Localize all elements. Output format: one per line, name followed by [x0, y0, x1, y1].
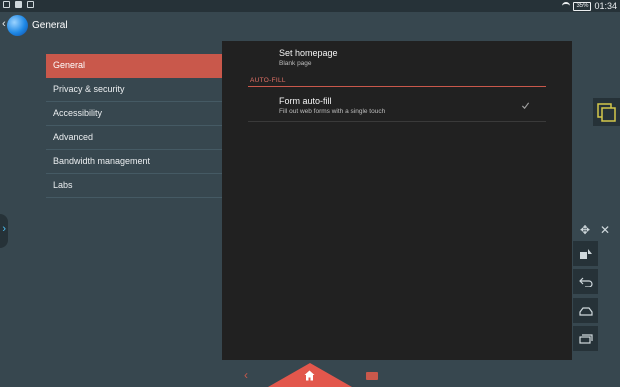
- menu-item-bandwidth-management[interactable]: Bandwidth management: [46, 150, 222, 174]
- menu-item-advanced[interactable]: Advanced: [46, 126, 222, 150]
- menu-item-privacy-security[interactable]: Privacy & security: [46, 78, 222, 102]
- checkmark-icon[interactable]: [521, 101, 530, 110]
- form-autofill-title: Form auto-fill: [279, 96, 332, 106]
- section-divider: [248, 86, 546, 87]
- action-bar: ‹ General: [0, 12, 200, 40]
- home-icon: [304, 370, 315, 381]
- recent-apps-button[interactable]: [573, 326, 598, 351]
- screen-tools-button[interactable]: [573, 241, 598, 266]
- row-divider: [248, 121, 546, 122]
- section-header-autofill: AUTO-FILL: [250, 77, 286, 84]
- close-icon[interactable]: ✕: [600, 223, 610, 237]
- battery-indicator: 35%: [573, 1, 592, 11]
- back-button[interactable]: [573, 269, 598, 294]
- menu-item-labs[interactable]: Labs: [46, 174, 222, 198]
- menu-item-accessibility[interactable]: Accessibility: [46, 102, 222, 126]
- back-arrow-icon: [578, 277, 593, 287]
- form-autofill-summary: Fill out web forms with a single touch: [279, 108, 386, 115]
- browser-globe-icon[interactable]: [7, 15, 28, 36]
- notification-image-icon: [3, 1, 10, 8]
- multi-window-icon: [597, 103, 616, 122]
- set-homepage-preference[interactable]: Set homepage Blank page: [279, 48, 338, 67]
- chevron-right-icon: ›: [2, 223, 6, 235]
- back-chevron-icon[interactable]: ‹: [2, 18, 6, 30]
- move-icon[interactable]: ✥: [580, 223, 590, 237]
- status-bar: 35% 01:34: [0, 0, 620, 12]
- set-homepage-summary: Blank page: [279, 60, 312, 67]
- floating-window-button[interactable]: [593, 98, 620, 126]
- notification-media-icon: [15, 1, 22, 8]
- wifi-icon: [562, 2, 571, 10]
- settings-detail-panel: Set homepage Blank page AUTO-FILL Form a…: [222, 41, 572, 360]
- form-autofill-preference[interactable]: Form auto-fill Fill out web forms with a…: [279, 96, 385, 115]
- side-drawer-handle[interactable]: ›: [0, 214, 8, 248]
- status-indicators: 35% 01:34: [562, 0, 617, 12]
- menu-item-general[interactable]: General: [46, 54, 222, 78]
- notification-document-icon: [27, 1, 34, 8]
- page-title: General: [32, 20, 68, 31]
- home-outline-icon: [578, 306, 593, 316]
- settings-category-list: General Privacy & security Accessibility…: [46, 54, 222, 198]
- clock: 01:34: [594, 1, 617, 11]
- set-homepage-title: Set homepage: [279, 48, 338, 58]
- recent-apps-icon: [578, 333, 593, 344]
- browser-back-icon[interactable]: ‹: [244, 368, 248, 382]
- bookmarks-folder-icon[interactable]: [366, 372, 378, 380]
- notification-icons: [3, 1, 34, 8]
- shapes-icon: [579, 248, 592, 259]
- home-button[interactable]: [573, 298, 598, 323]
